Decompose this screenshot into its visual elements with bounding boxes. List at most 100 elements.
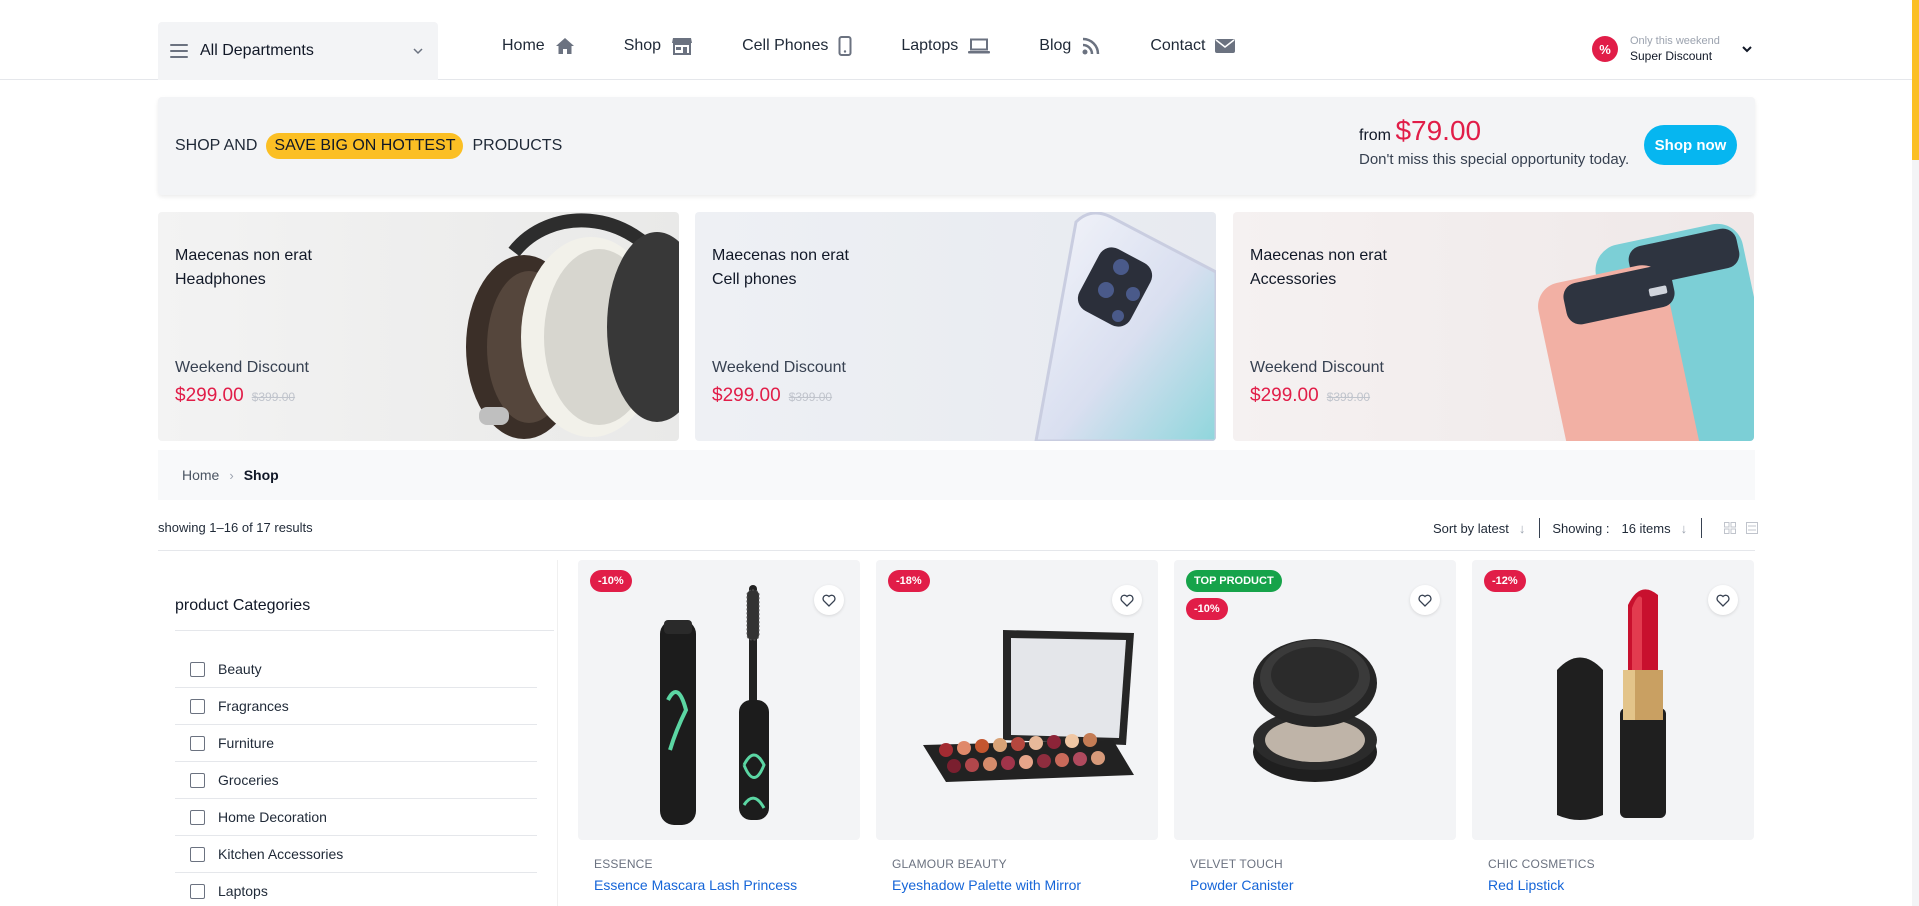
card-discount-label: Weekend Discount <box>1250 359 1384 376</box>
list-view-icon[interactable] <box>1746 522 1759 534</box>
listing-toolbar: Sort by latest ↓ Showing : 16 items ↓ <box>1433 518 1759 538</box>
all-departments-dropdown[interactable]: All Departments <box>158 22 438 80</box>
banner-description: Don't miss this special opportunity toda… <box>1359 151 1630 168</box>
home-icon <box>555 38 574 54</box>
departments-label: All Departments <box>200 42 314 59</box>
site-header: All Departments Home Shop Cell Phones La… <box>0 0 1919 80</box>
wishlist-button[interactable] <box>1708 585 1738 615</box>
discount-badge: -10% <box>590 570 632 592</box>
wishlist-button[interactable] <box>814 585 844 615</box>
product-name-link[interactable]: Powder Canister <box>1190 877 1294 893</box>
checkbox[interactable] <box>190 698 205 714</box>
category-fragrances[interactable]: Fragrances <box>175 688 537 725</box>
nav-cell-phones[interactable]: Cell Phones <box>742 36 852 56</box>
breadcrumb-separator: › <box>229 467 234 483</box>
store-icon <box>672 38 693 55</box>
nav-label: Laptops <box>901 37 959 54</box>
showing-label: Showing : <box>1552 520 1610 536</box>
category-label: Laptops <box>218 883 268 899</box>
checkbox[interactable] <box>190 883 205 899</box>
category-laptops[interactable]: Laptops <box>175 873 537 906</box>
wishlist-button[interactable] <box>1410 585 1440 615</box>
card-price: $299.00 <box>175 385 244 406</box>
heart-icon <box>1120 594 1134 607</box>
nav-laptops[interactable]: Laptops <box>901 37 991 55</box>
rss-icon <box>1082 37 1100 55</box>
power-bank-image <box>1538 223 1754 441</box>
super-discount-dropdown[interactable]: % Only this weekend Super Discount <box>1592 34 1754 64</box>
promo-title: Super Discount <box>1630 49 1713 63</box>
category-furniture[interactable]: Furniture <box>175 725 537 762</box>
banner-from-label: from <box>1359 127 1391 144</box>
checkbox[interactable] <box>190 809 205 825</box>
banner-right-text: PRODUCTS <box>472 137 563 154</box>
checkbox[interactable] <box>190 772 205 788</box>
checkbox[interactable] <box>190 846 205 862</box>
nav-contact[interactable]: Contact <box>1150 37 1236 55</box>
product-card[interactable]: TOP PRODUCT -10% VELVET TOUCH Powder Can… <box>1174 560 1456 906</box>
laptop-icon <box>968 38 991 54</box>
banner-highlight: SAVE BIG ON HOTTEST <box>266 133 464 159</box>
card-old-price: $399.00 <box>251 390 296 404</box>
divider <box>158 550 1755 551</box>
promo-card-cell-phones[interactable]: Maecenas non erat Cell phones Weekend Dis… <box>695 212 1216 441</box>
category-kitchen-accessories[interactable]: Kitchen Accessories <box>175 836 537 873</box>
banner-price: $79.00 <box>1395 115 1482 146</box>
grid-view-icon[interactable] <box>1724 522 1737 534</box>
category-label: Fragrances <box>218 698 289 714</box>
card-old-price: $399.00 <box>788 390 833 404</box>
card-title: Maecenas non erat Accessories <box>1250 247 1387 288</box>
card-discount-label: Weekend Discount <box>712 359 846 376</box>
nav-blog[interactable]: Blog <box>1039 36 1101 56</box>
breadcrumb-home-link[interactable]: Home <box>182 467 219 483</box>
wishlist-button[interactable] <box>1112 585 1142 615</box>
product-name-link[interactable]: Red Lipstick <box>1488 877 1564 893</box>
promo-card-accessories[interactable]: Maecenas non erat Accessories Weekend Dis… <box>1233 212 1754 441</box>
card-title: Maecenas non erat Headphones <box>175 247 312 288</box>
phone-icon <box>838 36 852 56</box>
sort-arrow-icon[interactable]: ↓ <box>1519 521 1526 536</box>
nav-label: Home <box>502 37 545 54</box>
promo-card-headphones[interactable]: Maecenas non erat Headphones Weekend Disc… <box>158 212 679 441</box>
top-product-badge: TOP PRODUCT <box>1186 570 1282 592</box>
main-nav: Home Shop Cell Phones Laptops Blog Conta… <box>502 36 1284 56</box>
nav-label: Shop <box>623 37 662 54</box>
banner-left-text: SHOP AND <box>175 137 258 154</box>
breadcrumb: Home › Shop <box>158 450 1755 500</box>
product-card[interactable]: -12% CHIC COSMETICS Red Lipstick <box>1472 560 1754 906</box>
card-discount-label: Weekend Discount <box>175 359 309 376</box>
product-name-link[interactable]: Eyeshadow Palette with Mirror <box>892 877 1081 893</box>
product-brand: CHIC COSMETICS <box>1488 857 1595 871</box>
heart-icon <box>1418 594 1432 607</box>
smartphone-image <box>1034 212 1216 441</box>
toolbar-divider <box>1701 518 1703 538</box>
product-card[interactable]: -18% GLAMOUR BEAUTY Eyeshadow Palette wi… <box>876 560 1158 906</box>
checkbox[interactable] <box>190 735 205 751</box>
discount-badge-icon: % <box>1592 36 1618 62</box>
category-home-decoration[interactable]: Home Decoration <box>175 799 537 836</box>
nav-home[interactable]: Home <box>502 37 575 55</box>
menu-icon <box>170 44 188 58</box>
nav-label: Contact <box>1150 37 1206 54</box>
chevron-down-icon <box>1742 46 1752 53</box>
promo-banner: SHOP AND SAVE BIG ON HOTTEST PRODUCTS fr… <box>158 97 1755 195</box>
category-beauty[interactable]: Beauty <box>175 651 537 688</box>
items-per-page-select[interactable]: 16 items <box>1621 521 1670 536</box>
category-groceries[interactable]: Groceries <box>175 762 537 799</box>
category-label: Furniture <box>218 735 275 751</box>
scrollbar-thumb[interactable] <box>1912 0 1919 160</box>
shop-now-button[interactable]: Shop now <box>1644 125 1737 165</box>
nav-shop[interactable]: Shop <box>624 37 693 55</box>
product-card[interactable]: -10% ESSENCE Essence Mascara Lash Prince… <box>578 560 860 906</box>
product-name-link[interactable]: Essence Mascara Lash Princess <box>594 877 797 893</box>
items-arrow-icon[interactable]: ↓ <box>1681 521 1688 536</box>
results-summary: showing 1–16 of 17 results <box>158 520 313 535</box>
product-brand: VELVET TOUCH <box>1190 857 1283 871</box>
card-title: Maecenas non erat Cell phones <box>712 247 849 288</box>
headphones-image <box>466 213 679 439</box>
checkbox[interactable] <box>190 661 205 677</box>
card-price: $299.00 <box>1250 385 1319 406</box>
nav-label: Blog <box>1039 37 1072 54</box>
discount-badge: -12% <box>1484 570 1526 592</box>
sort-select[interactable]: Sort by latest <box>1433 521 1509 536</box>
